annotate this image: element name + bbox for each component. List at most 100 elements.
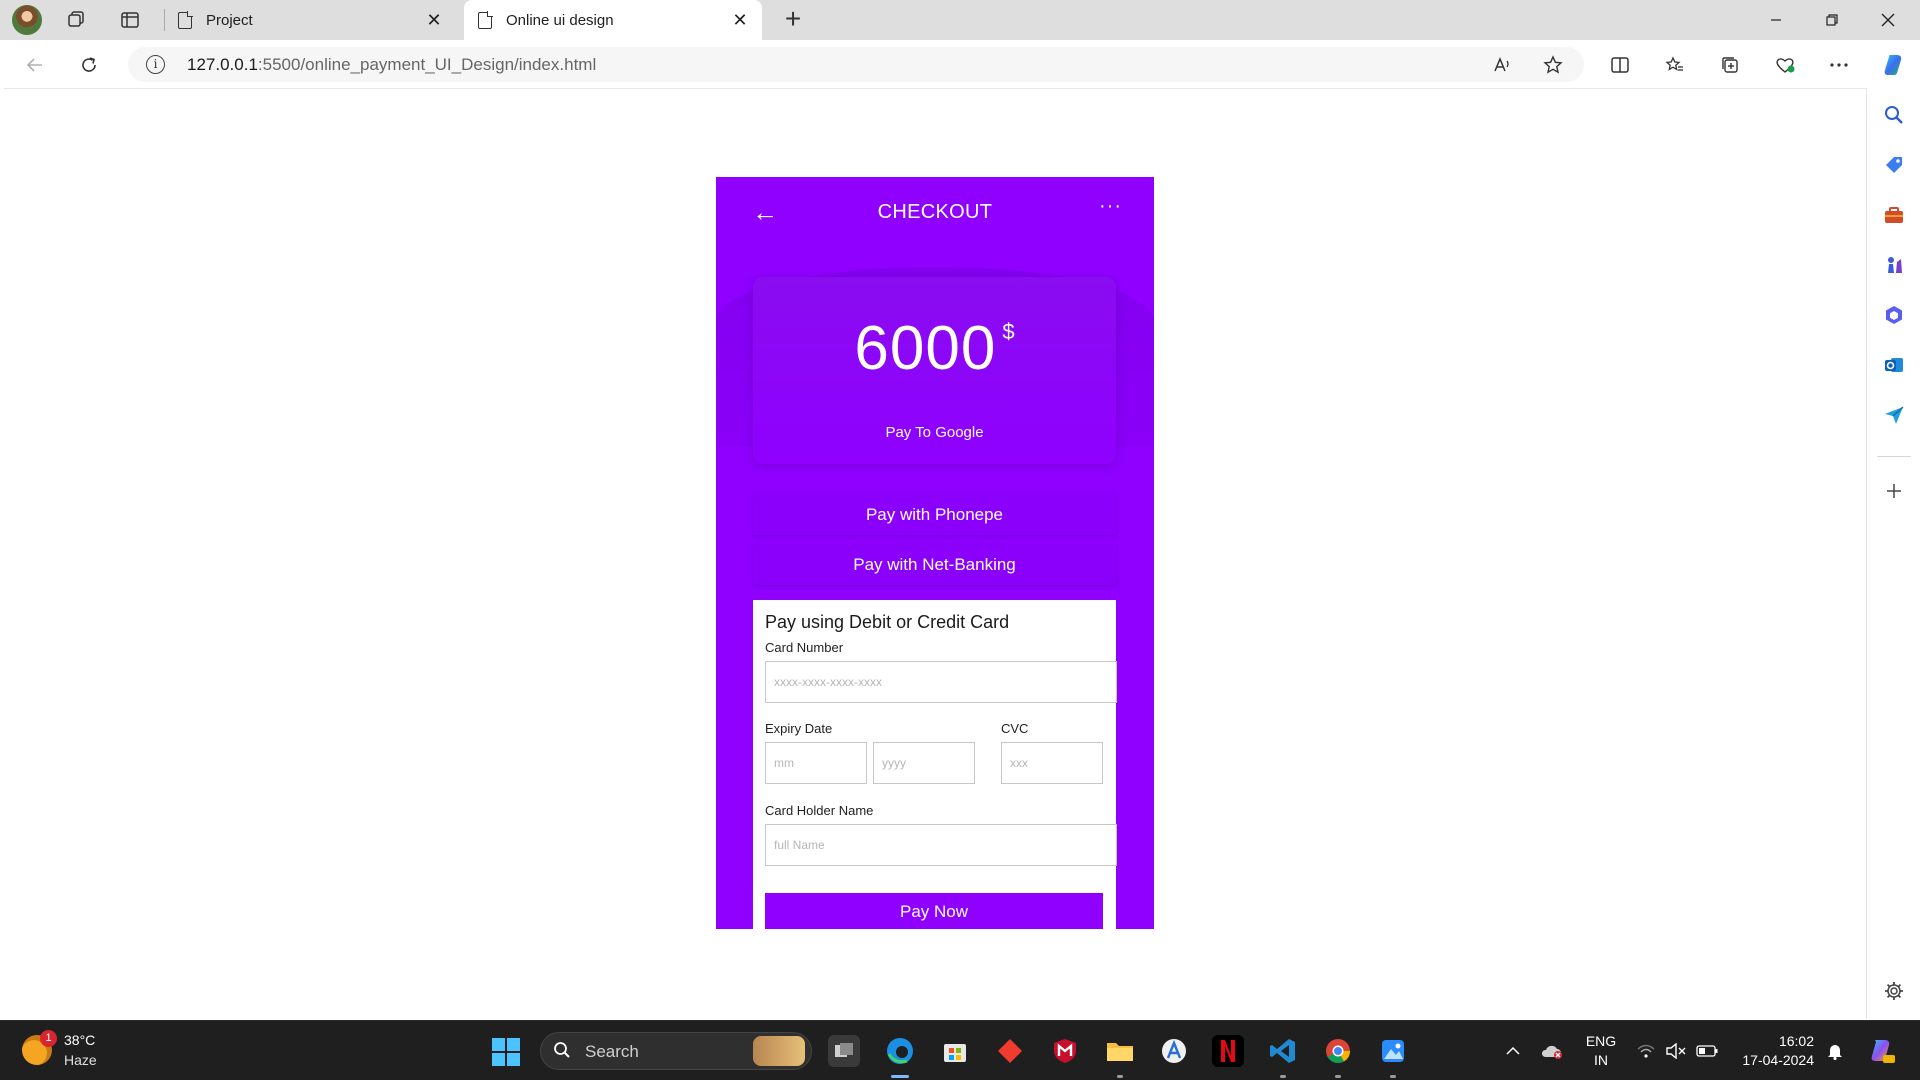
clock-date: 17-04-2024 bbox=[1742, 1052, 1814, 1068]
url-host: 127.0.0.1 bbox=[187, 55, 258, 74]
wifi-icon[interactable] bbox=[1634, 1021, 1658, 1080]
minimize-button[interactable] bbox=[1748, 0, 1804, 40]
copilot-icon[interactable] bbox=[1878, 50, 1908, 80]
git-icon[interactable] bbox=[994, 1035, 1026, 1067]
expiry-month-input[interactable] bbox=[765, 742, 867, 784]
workspaces-icon[interactable] bbox=[62, 6, 90, 34]
copilot-taskbar-icon[interactable] bbox=[1864, 1021, 1898, 1080]
vscode-icon[interactable] bbox=[1267, 1035, 1299, 1067]
url-text[interactable]: 127.0.0.1:5500/online_payment_UI_Design/… bbox=[187, 55, 596, 75]
card-holder-input[interactable] bbox=[765, 824, 1117, 866]
taskbar-search[interactable]: Search bbox=[540, 1032, 812, 1070]
battery-icon[interactable] bbox=[1694, 1021, 1720, 1080]
heart-pulse-icon[interactable] bbox=[1770, 50, 1800, 80]
sidebar-divider bbox=[1877, 456, 1911, 457]
tab-title: Project bbox=[206, 11, 253, 29]
tag-icon[interactable] bbox=[1881, 152, 1907, 178]
netflix-icon[interactable] bbox=[1212, 1035, 1244, 1067]
windows-taskbar: 1 38°C Haze Search ENG IN 16:02 17-04-20… bbox=[0, 1020, 1920, 1080]
chrome-icon[interactable] bbox=[1322, 1035, 1354, 1067]
page-viewport: ← CHECKOUT ··· 6000 $ Pay To Google Pay w… bbox=[4, 88, 1866, 1018]
store-icon[interactable] bbox=[939, 1035, 971, 1067]
profile-avatar[interactable] bbox=[12, 5, 42, 35]
star-icon[interactable] bbox=[1540, 52, 1566, 78]
volume-muted-icon[interactable] bbox=[1664, 1021, 1688, 1080]
arrow-left-icon[interactable] bbox=[20, 50, 50, 80]
restore-button[interactable] bbox=[1804, 0, 1860, 40]
tab-online-ui-design[interactable]: Online ui design ✕ bbox=[464, 0, 762, 40]
tab-project[interactable]: Project ✕ bbox=[178, 0, 456, 40]
running-app-indicator bbox=[1117, 1075, 1123, 1078]
checkout-header: ← CHECKOUT ··· bbox=[716, 177, 1154, 257]
cvc-input[interactable] bbox=[1001, 742, 1103, 784]
windows-start-icon[interactable] bbox=[492, 1038, 520, 1066]
running-app-indicator bbox=[1335, 1075, 1341, 1078]
pay-with-phonepe-button[interactable]: Pay with Phonepe bbox=[753, 495, 1116, 535]
weather-description[interactable]: Haze bbox=[64, 1052, 97, 1068]
refresh-icon[interactable] bbox=[74, 50, 104, 80]
more-options-icon[interactable]: ··· bbox=[1099, 195, 1122, 218]
outlook-icon[interactable] bbox=[1881, 352, 1907, 378]
favorites-icon[interactable] bbox=[1660, 50, 1690, 80]
search-icon[interactable] bbox=[1881, 102, 1907, 128]
card-number-input[interactable] bbox=[765, 661, 1117, 703]
gear-icon[interactable] bbox=[1881, 978, 1907, 1004]
pay-with-net-banking-button[interactable]: Pay with Net-Banking bbox=[753, 545, 1116, 585]
cvc-label: CVC bbox=[1001, 721, 1029, 736]
vertical-tabs-icon[interactable] bbox=[116, 6, 144, 34]
checkout-panel: ← CHECKOUT ··· 6000 $ Pay To Google Pay w… bbox=[716, 177, 1154, 929]
office-icon[interactable] bbox=[1881, 302, 1907, 328]
photos-icon[interactable] bbox=[1377, 1035, 1409, 1067]
address-bar[interactable]: i 127.0.0.1:5500/online_payment_UI_Desig… bbox=[128, 47, 1584, 82]
close-icon[interactable]: ✕ bbox=[730, 10, 750, 30]
info-icon[interactable]: i bbox=[146, 55, 165, 74]
amount-card: 6000 $ Pay To Google bbox=[753, 277, 1116, 464]
chess-icon[interactable] bbox=[1881, 252, 1907, 278]
language-indicator[interactable]: ENG IN bbox=[1584, 1032, 1618, 1070]
plus-icon[interactable] bbox=[1881, 478, 1907, 504]
system-clock[interactable]: 16:02 17-04-2024 bbox=[1734, 1032, 1814, 1070]
region-code: IN bbox=[1594, 1052, 1608, 1068]
card-payment-form: Pay using Debit or Credit Card Card Numb… bbox=[753, 600, 1117, 929]
card-holder-label: Card Holder Name bbox=[765, 803, 874, 818]
card-number-label: Card Number bbox=[765, 640, 844, 655]
task-view-icon[interactable] bbox=[828, 1035, 860, 1067]
weather-badge: 1 bbox=[40, 1030, 57, 1047]
mcafee-icon[interactable] bbox=[1049, 1035, 1081, 1067]
expiry-year-input[interactable] bbox=[873, 742, 975, 784]
browser-toolbar: i 127.0.0.1:5500/online_payment_UI_Desig… bbox=[0, 40, 1920, 88]
collections-icon[interactable] bbox=[1715, 50, 1745, 80]
edge-sidebar bbox=[1866, 88, 1920, 1018]
search-icon bbox=[553, 1041, 571, 1064]
split-screen-icon[interactable] bbox=[1605, 50, 1635, 80]
onedrive-icon[interactable] bbox=[1538, 1021, 1566, 1080]
search-highlight-image bbox=[753, 1036, 805, 1066]
search-label: Search bbox=[585, 1042, 639, 1061]
edge-icon[interactable] bbox=[884, 1035, 916, 1067]
pay-now-button[interactable]: Pay Now bbox=[765, 893, 1103, 929]
file-explorer-icon[interactable] bbox=[1104, 1035, 1136, 1067]
more-icon[interactable] bbox=[1824, 50, 1854, 80]
toolbox-icon[interactable] bbox=[1881, 202, 1907, 228]
amount-value: 6000 bbox=[854, 314, 997, 383]
new-tab-button[interactable]: + bbox=[777, 4, 809, 36]
close-icon[interactable]: ✕ bbox=[424, 10, 444, 30]
tab-divider bbox=[164, 9, 165, 31]
close-window-button[interactable] bbox=[1860, 0, 1916, 40]
currency-symbol: $ bbox=[1002, 319, 1015, 344]
page-icon bbox=[178, 11, 193, 29]
app-icon[interactable] bbox=[1158, 1035, 1190, 1067]
notification-bell-icon[interactable] bbox=[1824, 1021, 1846, 1080]
weather-temperature[interactable]: 38°C bbox=[64, 1032, 95, 1048]
send-icon[interactable] bbox=[1881, 402, 1907, 428]
payee-label: Pay To Google bbox=[885, 424, 984, 441]
url-path: :5500/online_payment_UI_Design/index.htm… bbox=[257, 55, 597, 74]
amount-display: 6000 $ bbox=[753, 313, 1116, 384]
clock-time: 16:02 bbox=[1778, 1033, 1814, 1049]
read-aloud-icon[interactable] bbox=[1489, 52, 1515, 78]
page-icon bbox=[478, 11, 493, 29]
chevron-up-icon[interactable] bbox=[1500, 1021, 1526, 1080]
running-app-indicator bbox=[1390, 1075, 1396, 1078]
expiry-date-label: Expiry Date bbox=[765, 721, 833, 736]
card-form-title: Pay using Debit or Credit Card bbox=[765, 612, 1010, 632]
